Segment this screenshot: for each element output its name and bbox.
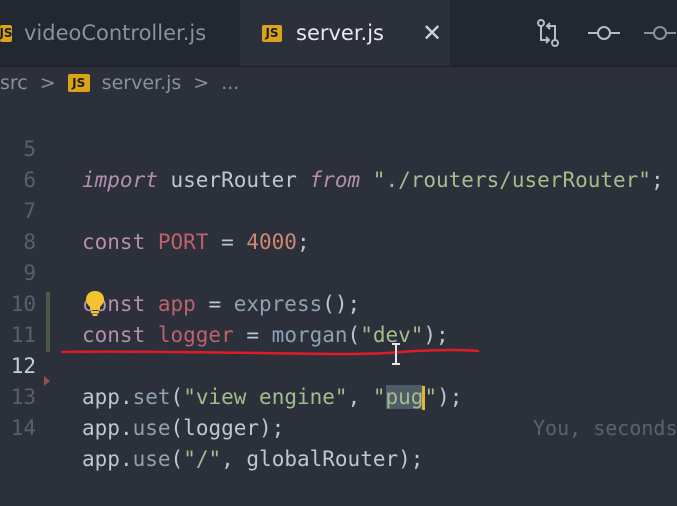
code-line[interactable]: 9 const app = express(); <box>0 227 677 316</box>
breadcrumb-more[interactable]: ... <box>221 72 239 94</box>
code-line[interactable]: 10 const logger = morgan("dev"); <box>0 258 677 347</box>
js-file-icon: JS <box>262 24 282 42</box>
lightbulb-icon[interactable] <box>84 290 106 321</box>
function-name: use <box>132 416 171 440</box>
tab-label: server.js <box>296 21 384 45</box>
close-icon[interactable]: ✕ <box>422 19 442 47</box>
tab-bar: JS videoController.js JS server.js ✕ <box>0 0 677 67</box>
function-name: use <box>132 447 171 471</box>
breadcrumb-separator: > <box>39 72 56 94</box>
js-file-icon: JS <box>0 24 13 42</box>
punctuation: . <box>119 416 133 440</box>
code-text: , globalRouter); <box>221 447 424 471</box>
js-file-icon: JS <box>67 74 90 92</box>
tab-server[interactable]: JS server.js ✕ <box>240 0 450 66</box>
code-editor[interactable]: 5 import userRouter from "./routers/user… <box>0 100 677 471</box>
code-line[interactable]: 8 <box>0 196 677 254</box>
string-literal: "/" <box>183 447 222 471</box>
editor-actions <box>520 0 677 66</box>
punctuation: ( <box>170 447 184 471</box>
breadcrumb-folder[interactable]: src <box>0 72 28 94</box>
red-underline-annotation <box>60 348 480 356</box>
punctuation: . <box>119 447 133 471</box>
code-line[interactable]: 5 import userRouter from "./routers/user… <box>0 103 677 192</box>
code-line[interactable]: 14 app.use("/", globalRouter); <box>0 382 677 471</box>
breadcrumb-separator: > <box>193 72 210 94</box>
tab-label: videoController.js <box>24 21 207 45</box>
mouse-ibeam-cursor <box>392 343 400 365</box>
code-line[interactable]: 6 <box>0 134 677 192</box>
compare-changes-icon[interactable] <box>520 18 576 48</box>
breakpoint-marker[interactable] <box>44 376 50 386</box>
git-commit-icon[interactable] <box>576 23 632 43</box>
identifier: app <box>82 447 120 471</box>
git-commit-icon[interactable] <box>632 23 677 43</box>
code-text: (logger); <box>170 416 285 440</box>
identifier: app <box>82 416 120 440</box>
breadcrumb-file[interactable]: server.js <box>102 72 182 94</box>
tab-video-controller[interactable]: JS videoController.js <box>0 0 206 66</box>
breadcrumb: src > JS server.js > ... <box>0 67 677 99</box>
code-line[interactable]: 7 const PORT = 4000; <box>0 165 677 254</box>
